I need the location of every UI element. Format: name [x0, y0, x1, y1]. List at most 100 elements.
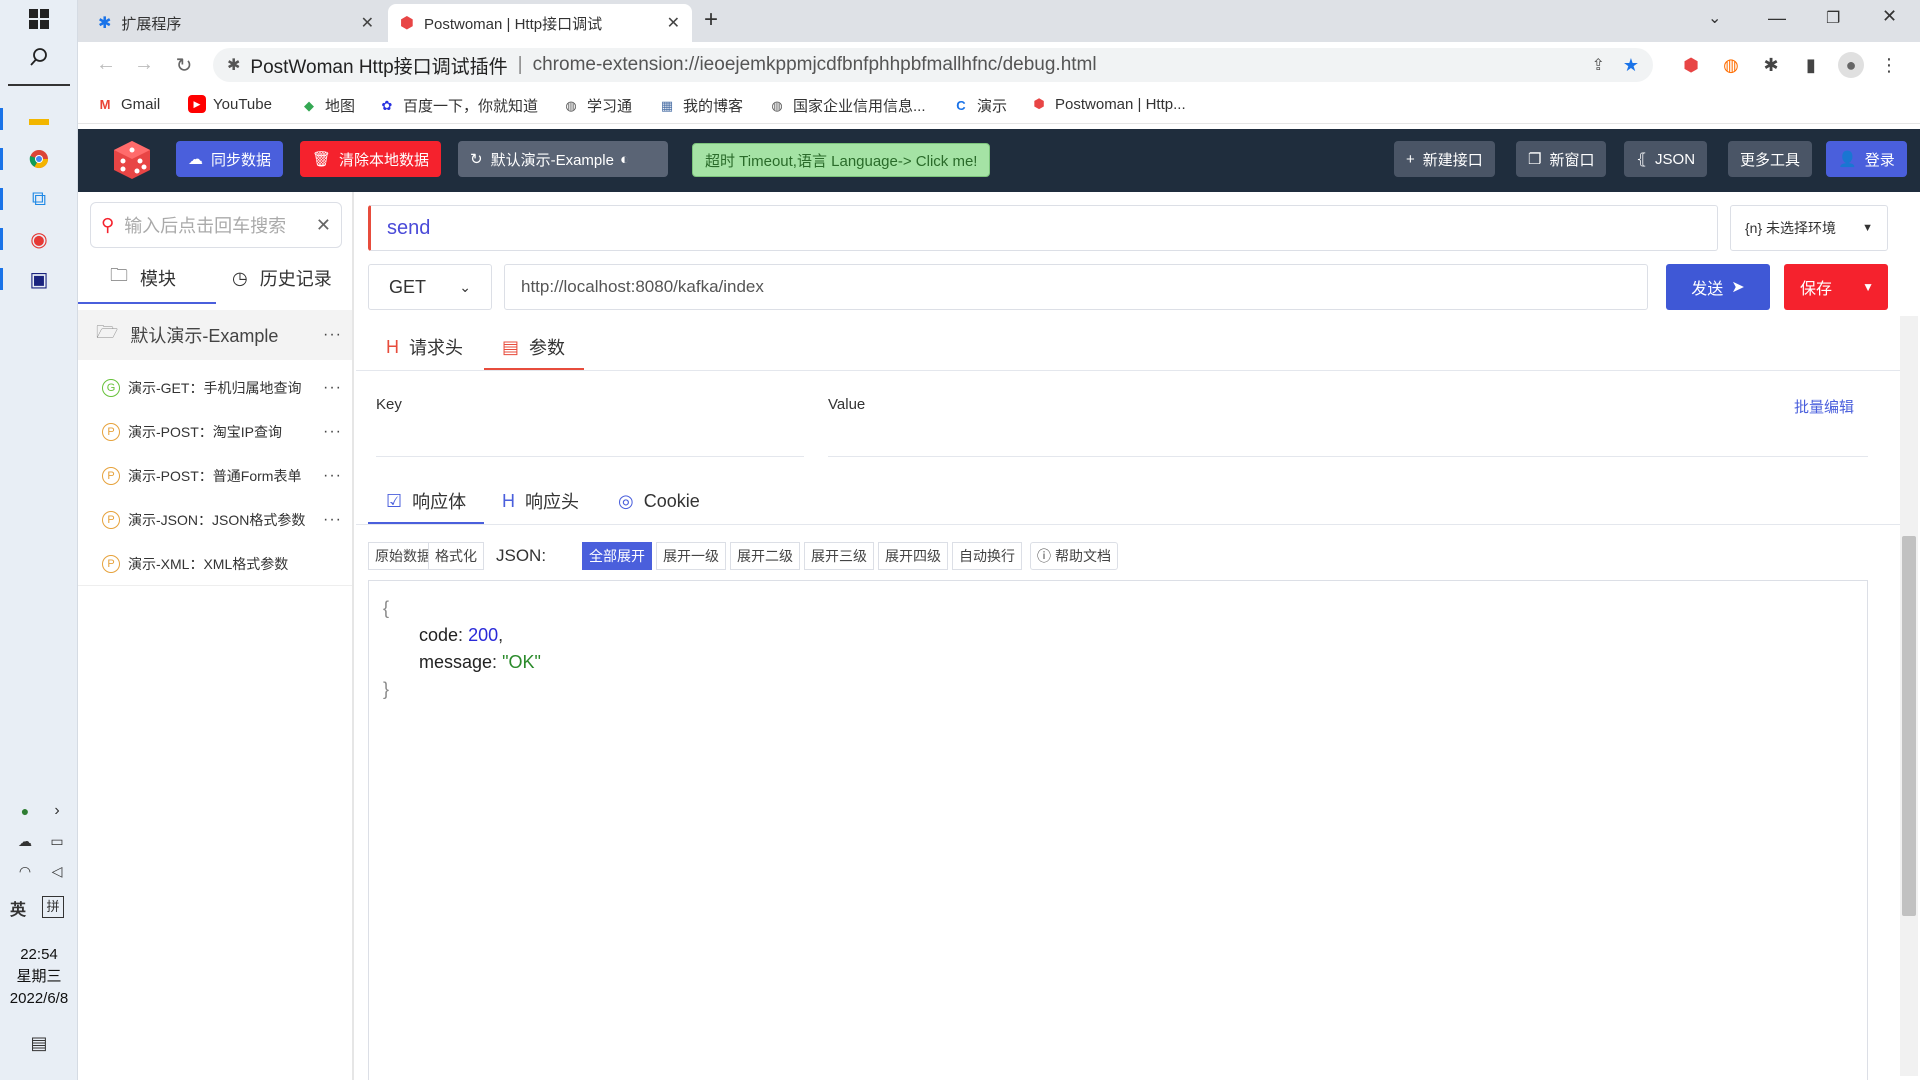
default-demo-button[interactable]: ↻ 默认演示-Example ◐	[458, 141, 668, 177]
expand-level-4-button[interactable]: 展开四级	[878, 542, 948, 570]
bookmark-star-icon[interactable]: ★	[1623, 55, 1639, 76]
ime-mode[interactable]: 拼	[42, 896, 64, 918]
clear-local-data-button[interactable]: 🗑 清除本地数据	[300, 141, 442, 177]
ime-language[interactable]: 英	[6, 896, 30, 920]
folder-default-demo[interactable]: 🗁 默认演示-Example ···	[78, 310, 352, 360]
environment-select[interactable]: {n} 未选择环境 ▼	[1730, 205, 1888, 251]
send-button[interactable]: 发送 ➤	[1666, 264, 1770, 310]
tab-response-body[interactable]: ☑ 响应体	[386, 478, 466, 524]
bookmark-postwoman[interactable]: ⬢ Postwoman | Http...	[1030, 95, 1185, 113]
api-item[interactable]: P 演示-POST：普通Form表单 ···	[78, 454, 352, 498]
help-docs-button[interactable]: ⓘ 帮助文档	[1030, 542, 1118, 570]
api-item[interactable]: P 演示-XML：XML格式参数	[78, 542, 352, 586]
new-tab-button[interactable]: +	[704, 6, 718, 34]
bookmark-blog[interactable]: ▦ 我的博客	[658, 95, 743, 116]
file-explorer-icon[interactable]: ▬	[26, 106, 52, 132]
reload-icon[interactable]: ↻	[172, 53, 196, 78]
bookmark-xuexitong[interactable]: ◍ 学习通	[562, 95, 632, 116]
tab-response-headers[interactable]: H 响应头	[502, 478, 579, 524]
clock-time[interactable]: 22:54	[0, 944, 78, 966]
expand-level-3-button[interactable]: 展开三级	[804, 542, 874, 570]
bookmark-youtube[interactable]: ▶ YouTube	[188, 95, 272, 113]
auto-wrap-button[interactable]: 自动换行	[952, 542, 1022, 570]
expand-level-1-button[interactable]: 展开一级	[656, 542, 726, 570]
page-scrollbar[interactable]	[1900, 316, 1918, 1076]
tab-label: 历史记录	[259, 269, 332, 289]
minimize-icon[interactable]: —	[1768, 8, 1786, 29]
extension-name: PostWoman Http接口调试插件	[250, 56, 508, 78]
tab-cookie[interactable]: ◎ Cookie	[618, 478, 700, 524]
extensions-puzzle-icon[interactable]: ✱	[1758, 52, 1784, 78]
question-icon: ⓘ	[1037, 548, 1051, 564]
search-input[interactable]: ⚲ 输入后点击回车搜索 ✕	[90, 202, 342, 248]
extension-orange-icon[interactable]: ◍	[1718, 52, 1744, 78]
profile-avatar-icon[interactable]: ●	[1838, 52, 1864, 78]
wifi-icon[interactable]: ◠	[12, 858, 38, 884]
clock-weekday[interactable]: 星期三	[0, 966, 78, 988]
bookmark-baidu[interactable]: ✿ 百度一下，你就知道	[378, 95, 538, 116]
notification-icon[interactable]: ▤	[26, 1030, 52, 1056]
json-tool-button[interactable]: ⦃ JSON	[1624, 141, 1708, 177]
more-tools-button[interactable]: 更多工具	[1728, 141, 1813, 177]
bookmark-maps[interactable]: ◆ 地图	[300, 95, 355, 116]
chrome-icon[interactable]	[26, 146, 52, 172]
more-options-icon[interactable]: ···	[323, 467, 342, 485]
bulk-edit-link[interactable]: 批量编辑	[1794, 396, 1854, 417]
new-window-button[interactable]: ❐ 新窗口	[1516, 141, 1607, 177]
api-item[interactable]: G 演示-GET：手机归属地查询 ···	[78, 366, 352, 410]
bookmark-gmail[interactable]: M Gmail	[96, 95, 161, 113]
bookmark-credit[interactable]: ◍ 国家企业信用信息...	[768, 95, 925, 116]
new-api-button[interactable]: + 新建接口	[1394, 141, 1495, 177]
url-input[interactable]: http://localhost:8080/kafka/index	[504, 264, 1648, 310]
api-item[interactable]: P 演示-POST：淘宝IP查询 ···	[78, 410, 352, 454]
caret-down-icon[interactable]: ▼	[1862, 280, 1874, 294]
save-button[interactable]: 保存 ▼	[1784, 264, 1888, 310]
more-options-icon[interactable]: ···	[323, 423, 342, 441]
browser-tab-extensions[interactable]: ✱ 扩展程序 ✕	[86, 4, 386, 42]
wechat-tray-icon[interactable]: ●	[12, 798, 38, 824]
side-panel-icon[interactable]: ▮	[1798, 52, 1824, 78]
postwoman-extension-icon[interactable]: ⬢	[1678, 52, 1704, 78]
address-bar[interactable]: ✱ PostWoman Http接口调试插件 | chrome-extensio…	[213, 48, 1653, 82]
bookmark-demo[interactable]: C 演示	[952, 95, 1007, 116]
api-item[interactable]: P 演示-JSON：JSON格式参数 ···	[78, 498, 352, 542]
scrollbar-thumb[interactable]	[1902, 536, 1916, 916]
login-button[interactable]: 👤 登录	[1826, 141, 1907, 177]
close-icon[interactable]: ✕	[361, 13, 374, 33]
tab-params[interactable]: ▤ 参数	[502, 324, 565, 370]
response-body-viewer[interactable]: { code: 200, message: "OK" }	[368, 580, 1868, 1080]
tab-module[interactable]: 🗀 模块	[110, 258, 176, 298]
window-close-icon[interactable]: ✕	[1882, 6, 1897, 27]
method-select[interactable]: GET ⌄	[368, 264, 492, 310]
expand-all-button[interactable]: 全部展开	[582, 542, 652, 570]
tab-search-chevron-icon[interactable]: ⌄	[1708, 8, 1721, 28]
chevron-right-icon[interactable]: ›	[44, 798, 70, 824]
search-icon[interactable]	[26, 44, 52, 70]
sync-data-button[interactable]: ☁ 同步数据	[176, 141, 284, 177]
battery-icon[interactable]: ▭	[44, 828, 70, 854]
close-icon[interactable]: ✕	[667, 13, 680, 33]
windows-start-icon[interactable]	[26, 6, 52, 32]
more-options-icon[interactable]: ···	[323, 326, 342, 344]
forward-icon[interactable]: →	[132, 53, 156, 76]
volume-icon[interactable]: ◁	[44, 858, 70, 884]
more-options-icon[interactable]: ···	[323, 511, 342, 529]
more-vertical-icon[interactable]: ⋮	[1876, 52, 1902, 78]
expand-level-2-button[interactable]: 展开二级	[730, 542, 800, 570]
vmware-icon[interactable]: ⧉	[26, 186, 52, 212]
timeout-language-button[interactable]: 超时 Timeout,语言 Language-> Click me!	[692, 143, 991, 177]
clock-date[interactable]: 2022/6/8	[0, 988, 78, 1010]
share-icon[interactable]: ⇪	[1591, 55, 1604, 75]
onedrive-icon[interactable]: ☁	[12, 828, 38, 854]
request-name-input[interactable]: send	[368, 205, 1718, 251]
more-options-icon[interactable]: ···	[323, 379, 342, 397]
format-button[interactable]: 格式化	[428, 542, 484, 570]
tab-request-headers[interactable]: H 请求头	[386, 324, 463, 370]
intellij-icon[interactable]: ▣	[26, 266, 52, 292]
back-icon[interactable]: ←	[94, 53, 118, 76]
restore-icon[interactable]: ❐	[1826, 8, 1840, 28]
clear-icon[interactable]: ✕	[316, 215, 331, 236]
browser-tab-postwoman[interactable]: ⬢ Postwoman | Http接口调试 ✕	[388, 4, 692, 42]
app-swirl-icon[interactable]: ◉	[26, 226, 52, 252]
tab-history[interactable]: ◷ 历史记录	[232, 258, 332, 298]
